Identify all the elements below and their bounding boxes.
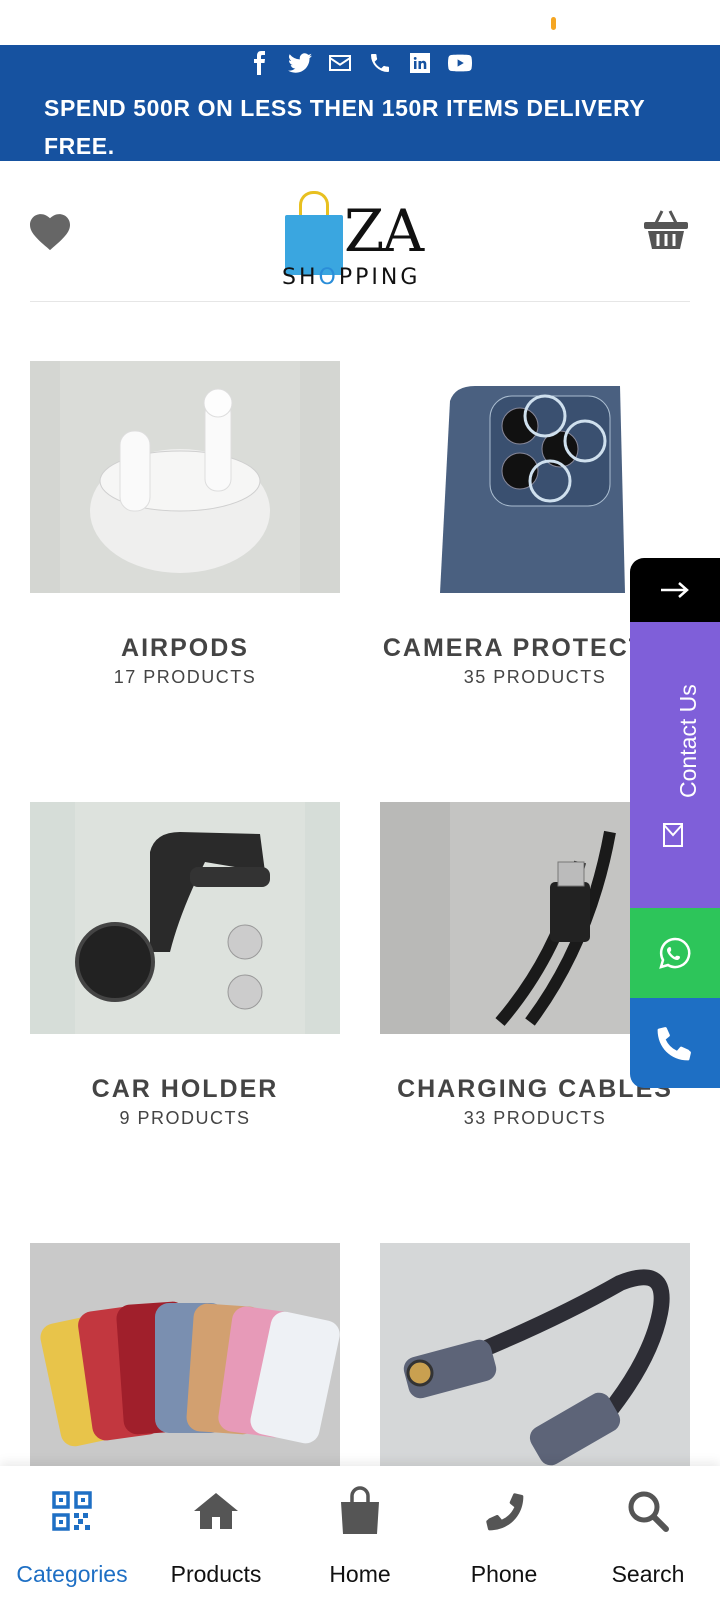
logo-text-main: ZA: [344, 197, 424, 265]
nav-item-home[interactable]: Home: [288, 1466, 432, 1600]
category-count: 9 PRODUCTS: [119, 1108, 251, 1128]
logo-sub-part-1: SH: [282, 265, 319, 290]
category-count: 17 PRODUCTS: [113, 667, 257, 687]
nav-item-categories[interactable]: Categories: [0, 1466, 144, 1600]
contact-us-button[interactable]: Contact Us: [630, 622, 720, 908]
bottom-navigation: Categories Products Home Phone Search: [0, 1466, 720, 1600]
basket-icon[interactable]: [642, 207, 690, 251]
za-shopping-logo[interactable]: ZA SHOPPING: [282, 175, 438, 290]
phone-call-button[interactable]: [630, 998, 720, 1088]
category-image-phone-cases: [30, 1243, 340, 1475]
logo-sub-o: O: [318, 265, 339, 290]
nav-label: Phone: [470, 1561, 538, 1587]
category-name: AIRPODS: [121, 634, 249, 662]
whatsapp-button[interactable]: [630, 908, 720, 998]
nav-item-search[interactable]: Search: [576, 1466, 720, 1600]
category-name: CAR HOLDER: [91, 1075, 279, 1103]
nav-label: Products: [170, 1561, 262, 1587]
category-count: 33 PRODUCTS: [463, 1108, 607, 1128]
nav-label: Categories: [16, 1561, 128, 1587]
float-collapse-button[interactable]: [630, 558, 720, 622]
twitter-icon[interactable]: [288, 51, 312, 75]
category-image-car-holder: [30, 802, 340, 1034]
category-image-airpods: [30, 361, 340, 593]
promo-banner-text: SPEND 500R ON LESS THEN 150R ITEMS DELIV…: [44, 95, 645, 159]
qr-code-icon: [47, 1486, 97, 1536]
home-icon: [191, 1486, 241, 1536]
facebook-icon[interactable]: [248, 51, 272, 75]
status-bar: [0, 0, 720, 45]
contact-us-label: Contact Us: [675, 684, 701, 798]
logo-text-sub: SHOPPING: [282, 265, 420, 290]
arrow-right-icon: [661, 582, 689, 598]
header-divider: [30, 301, 690, 302]
logo-sub-part-2: PPING: [338, 265, 421, 290]
top-bar: SPEND 500R ON LESS THEN 150R ITEMS DELIV…: [0, 45, 720, 161]
phone-icon[interactable]: [368, 51, 392, 75]
shopping-bag-icon: [335, 1486, 385, 1536]
category-card-airpods[interactable]: AIRPODS 17 PRODUCTS: [30, 361, 340, 689]
whatsapp-icon: [659, 937, 691, 969]
youtube-icon[interactable]: [448, 51, 472, 75]
nav-label: Search: [611, 1561, 685, 1587]
status-indicator: [551, 17, 556, 30]
search-icon: [623, 1486, 673, 1536]
mail-icon[interactable]: [328, 51, 352, 75]
site-header: ZA SHOPPING: [0, 161, 720, 301]
social-links: [0, 51, 720, 75]
phone-icon: [479, 1486, 529, 1536]
phone-icon: [657, 1027, 691, 1061]
linkedin-icon[interactable]: [408, 51, 432, 75]
nav-label: Home: [329, 1561, 391, 1587]
nav-item-products[interactable]: Products: [144, 1466, 288, 1600]
category-image-audio-adapters: [380, 1243, 690, 1475]
wishlist-heart-icon[interactable]: [28, 211, 72, 251]
nav-item-phone[interactable]: Phone: [432, 1466, 576, 1600]
envelope-icon: [663, 823, 683, 847]
category-card-car-holder[interactable]: CAR HOLDER 9 PRODUCTS: [30, 802, 340, 1130]
